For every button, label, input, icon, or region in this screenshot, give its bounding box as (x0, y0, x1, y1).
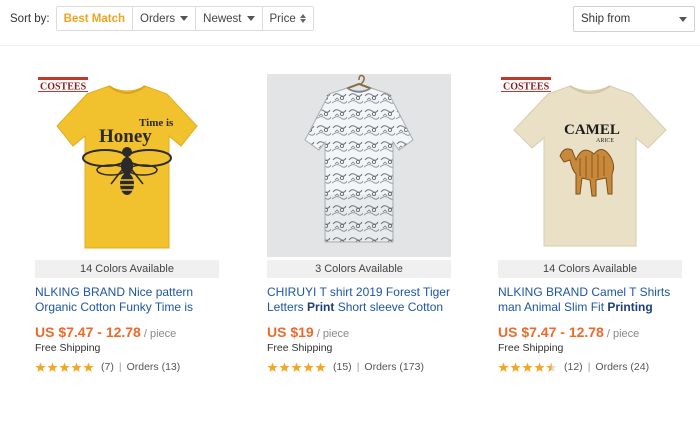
yellow-tshirt-image: Time is Honey (35, 74, 219, 257)
sort-newest-button[interactable]: Newest (195, 7, 262, 30)
colors-available: 3 Colors Available (267, 260, 451, 278)
beige-tshirt-image: CAMEL ARICE (498, 74, 682, 257)
rating-row: (15) | Orders (173) (267, 361, 451, 373)
sort-label: Sort by: (10, 12, 50, 25)
title-highlight: Print (307, 300, 335, 314)
price: US $7.47 - 12.78 (498, 324, 604, 340)
brand-badge-text: COSTEES (40, 82, 87, 93)
shipping-text: Free Shipping (267, 342, 333, 354)
rating-row: (7) | Orders (13) (35, 361, 219, 373)
star-icon (35, 362, 46, 372)
chevron-down-icon (246, 16, 255, 21)
review-count[interactable]: (12) (564, 361, 583, 373)
title-text: Short sleeve Cotton (334, 300, 444, 314)
price-row: US $19 / piece (267, 324, 451, 340)
price: US $7.47 - 12.78 (35, 324, 141, 340)
star-icon (546, 362, 557, 372)
product-title-link[interactable]: NLKING BRAND Camel T Shirts man Animal S… (498, 285, 682, 315)
star-icon (279, 362, 290, 372)
shirt-text-2: Honey (99, 126, 152, 147)
brand-badge-text: COSTEES (503, 82, 550, 93)
separator: | (587, 361, 591, 373)
price-row: US $7.47 - 12.78 / piece (35, 324, 219, 340)
star-icon (498, 362, 509, 372)
costees-logo: COSTEES (501, 77, 551, 93)
shipping-text: Free Shipping (498, 342, 564, 354)
sort-best-match-label: Best Match (63, 12, 125, 25)
divider (0, 45, 700, 46)
chevron-down-icon (180, 16, 189, 21)
patterned-tshirt-image (267, 74, 451, 257)
colors-available: 14 Colors Available (35, 260, 219, 278)
price-unit: / piece (143, 328, 177, 340)
price-unit: / piece (606, 328, 640, 340)
product-card: CAMEL ARICE COSTEES 14 Colors Available … (498, 74, 682, 373)
price-unit: / piece (316, 328, 350, 340)
product-title-link[interactable]: CHIRUYI T shirt 2019 Forest Tiger Letter… (267, 285, 451, 315)
ship-from-label: Ship from (581, 13, 631, 25)
review-count[interactable]: (15) (333, 361, 352, 373)
star-icon (291, 362, 302, 372)
sort-price-button[interactable]: Price (261, 7, 313, 30)
star-icon (510, 362, 521, 372)
product-image[interactable] (267, 74, 451, 257)
star-icon (315, 362, 326, 372)
costees-logo: COSTEES (38, 77, 88, 93)
product-card: Time is Honey COSTEES 14 Colors Availabl… (35, 74, 219, 373)
shirt-text-2: ARICE (596, 138, 614, 144)
chevron-down-icon (679, 16, 687, 22)
ship-from-dropdown[interactable]: Ship from (573, 6, 695, 32)
review-count[interactable]: (7) (101, 361, 114, 373)
sort-price-label: Price (269, 12, 296, 25)
colors-available: 14 Colors Available (498, 260, 682, 278)
sort-options: Best Match Orders Newest Price (55, 6, 314, 31)
product-title-link[interactable]: NLKING BRAND Nice pattern Organic Cotton… (35, 285, 219, 315)
sort-orders-label: Orders (140, 12, 176, 25)
sort-orders-button[interactable]: Orders (132, 7, 196, 30)
star-rating (35, 362, 95, 373)
product-card: 3 Colors Available CHIRUYI T shirt 2019 … (267, 74, 451, 373)
shirt-text-1: CAMEL (564, 122, 620, 138)
rating-row: (12) | Orders (24) (498, 361, 682, 373)
title-highlight: Printing (607, 300, 653, 314)
star-icon (267, 362, 278, 372)
sort-bar: Sort by: Best Match Orders Newest Price (10, 6, 314, 31)
sort-best-match-button[interactable]: Best Match (56, 7, 132, 30)
product-image[interactable]: Time is Honey COSTEES (35, 74, 219, 257)
star-icon (534, 362, 545, 372)
sort-updown-icon (299, 14, 306, 23)
star-icon (303, 362, 314, 372)
price: US $19 (267, 324, 314, 340)
star-icon (59, 362, 70, 372)
orders-count[interactable]: Orders (13) (127, 361, 181, 373)
star-icon (83, 362, 94, 372)
orders-count[interactable]: Orders (173) (364, 361, 424, 373)
star-rating (498, 362, 558, 373)
sort-newest-label: Newest (203, 12, 242, 25)
star-rating (267, 362, 327, 373)
separator: | (356, 361, 360, 373)
star-icon (71, 362, 82, 372)
star-icon (47, 362, 58, 372)
separator: | (118, 361, 122, 373)
shipping-text: Free Shipping (35, 342, 101, 354)
price-row: US $7.47 - 12.78 / piece (498, 324, 682, 340)
star-icon (522, 362, 533, 372)
product-image[interactable]: CAMEL ARICE COSTEES (498, 74, 682, 257)
orders-count[interactable]: Orders (24) (595, 361, 649, 373)
